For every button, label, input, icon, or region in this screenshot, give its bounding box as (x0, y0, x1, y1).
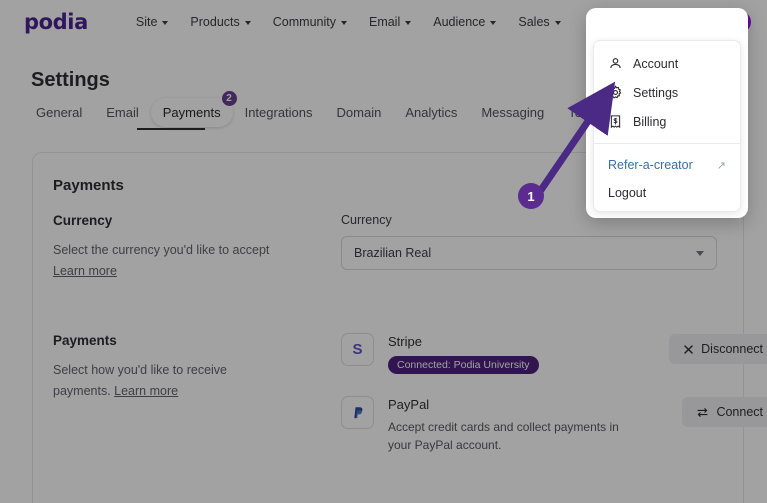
screenshot-root: podia Site Products Community Email Audi… (0, 0, 767, 503)
annotation-arrow (537, 81, 616, 194)
annotation-marker-1: 1 (518, 183, 544, 209)
